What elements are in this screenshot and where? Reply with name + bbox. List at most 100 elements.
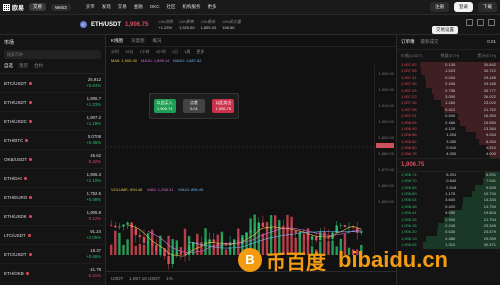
- candle-body: [343, 225, 347, 227]
- price-tick: 1,930.00: [378, 71, 394, 76]
- logo-text: 欧易: [12, 5, 25, 12]
- order-currency[interactable]: USDT: [111, 276, 123, 281]
- coin-row[interactable]: ETH/DAI 1,906.3 +1.10%: [0, 169, 105, 188]
- coin-values: 18.37 +0.66%: [86, 248, 101, 260]
- interval-15m[interactable]: 15分: [125, 49, 133, 55]
- top-right-actions: 注册 登录 下载: [430, 2, 497, 12]
- chip-exchange[interactable]: 交易: [29, 3, 47, 11]
- settings-tooltip: 交易设置: [432, 26, 458, 34]
- volume-bar: [233, 239, 236, 255]
- volume-bar: [138, 243, 142, 255]
- coin-row[interactable]: ETC/USDT 18.37 +0.66%: [0, 245, 105, 264]
- pair-last-price: 1,906.75: [125, 21, 149, 28]
- coin-row[interactable]: BTC/USDT 26,912 +0.84%: [0, 74, 105, 93]
- spread-display: 点差 0.01: [182, 99, 205, 113]
- coin-row[interactable]: ETH/OKB 41.79 -0.21%: [0, 264, 105, 283]
- interval-line[interactable]: 分时: [111, 49, 119, 55]
- coin-row[interactable]: ETH/BTC 0.0708 +0.35%: [0, 131, 105, 150]
- menu-item-more[interactable]: 更多: [207, 4, 216, 10]
- row-price: 1,906.78: [401, 151, 417, 157]
- coin-row[interactable]: LTC/USDT 91.24 +2.05%: [0, 226, 105, 245]
- coin-values: 1,907.2 +1.19%: [86, 115, 101, 127]
- interval-4h[interactable]: 4小时: [156, 49, 166, 55]
- row-amount: 4.000: [446, 151, 457, 157]
- coin-name: ETH/USDC: [4, 119, 33, 124]
- candle-body: [130, 222, 133, 229]
- settings-icon[interactable]: [477, 19, 484, 26]
- interval-more[interactable]: 更多: [196, 49, 204, 55]
- tab-depth[interactable]: 深度图: [131, 38, 145, 43]
- menu-item-institution[interactable]: 机构服务: [182, 4, 200, 10]
- coin-change: +0.66%: [86, 254, 101, 259]
- pair-bar: E ETH/USDT 1,906.75 24h涨跌 +1.23% 24h最高 1,9…: [0, 15, 500, 35]
- coin-row[interactable]: ETH/EURO 1,752.6 +0.98%: [0, 188, 105, 207]
- pair-stats: 24h涨跌 +1.23% 24h最高 1,920.50 24h最低 1,855.20 …: [158, 19, 241, 30]
- volume-bar: [175, 240, 178, 255]
- tab-kline[interactable]: K线图: [111, 38, 123, 43]
- coin-change: +2.05%: [86, 235, 101, 240]
- pair-name[interactable]: ETH/USDT: [91, 22, 121, 28]
- candle-body: [224, 242, 228, 246]
- register-button[interactable]: 注册: [430, 2, 449, 12]
- tab-favorites[interactable]: 自选: [4, 63, 13, 69]
- tab-orderbook[interactable]: 订单簿: [401, 39, 415, 45]
- volume-bar: [224, 249, 228, 255]
- candle-body: [138, 235, 142, 238]
- order-percent[interactable]: 1%: [166, 276, 173, 281]
- hot-dot-icon: [27, 233, 31, 237]
- volume-bar: [130, 228, 133, 255]
- candle-body: [134, 228, 137, 236]
- download-button[interactable]: 下载: [478, 2, 497, 12]
- chart-tabs: K线图 深度图 概况: [106, 35, 396, 47]
- tab-overview[interactable]: 概况: [153, 38, 162, 43]
- candle-body: [339, 225, 342, 226]
- volume-bar: [204, 228, 207, 255]
- candle-body: [114, 225, 117, 228]
- login-button[interactable]: 登录: [454, 2, 473, 12]
- interval-1h[interactable]: 1小时: [139, 49, 149, 55]
- tab-latest-trades[interactable]: 最新成交: [421, 39, 439, 45]
- tab-spot[interactable]: 现货: [19, 63, 28, 69]
- interval-1w[interactable]: 1周: [184, 49, 190, 55]
- coin-row[interactable]: ETH/USDC 1,907.2 +1.19%: [0, 112, 105, 131]
- volume-ma5: MA5: 1,258.31: [147, 187, 174, 192]
- menu-item-okc[interactable]: OKC: [150, 4, 160, 10]
- layout-icon[interactable]: [466, 19, 473, 26]
- menu-item-discover[interactable]: 发现: [102, 4, 111, 10]
- watermark: B 币百度 bibaidu.cn: [238, 235, 500, 285]
- price-tick: 1,890.00: [378, 135, 394, 140]
- coin-row[interactable]: ETH/USDK 1,905.8 -0.12%: [0, 207, 105, 226]
- coin-change: +0.84%: [86, 83, 101, 88]
- menu-item-finance[interactable]: 金融: [134, 4, 143, 10]
- coin-row[interactable]: ETH/USDT 1,906.7 +1.23%: [0, 93, 105, 112]
- coin-name: ETH/EURO: [4, 195, 33, 200]
- coin-name: ETH/USDT: [4, 100, 32, 105]
- coin-change: +0.35%: [86, 140, 101, 145]
- volume-ma10: MA10: 896.45: [178, 187, 204, 192]
- coin-values: 0.0708 +0.35%: [86, 134, 101, 146]
- quick-sell-button[interactable]: 以此卖出 1,906.75: [212, 99, 235, 113]
- volume-bar: [110, 244, 113, 255]
- row-total: 4.000: [485, 151, 496, 157]
- tab-futures[interactable]: 合约: [34, 63, 43, 69]
- precision-select[interactable]: 0.01: [487, 39, 496, 45]
- order-price[interactable]: 1,867.16 USDT: [129, 276, 160, 281]
- chip-web3[interactable]: Web3: [51, 3, 71, 11]
- stat-low: 24h最低 1,855.20: [200, 19, 217, 30]
- quick-buy-button[interactable]: 以此买入 1,906.74: [153, 99, 176, 113]
- fullscreen-icon[interactable]: [488, 19, 495, 26]
- market-tabs: 自选 现货 合约: [0, 59, 105, 74]
- hot-dot-icon: [28, 252, 32, 256]
- ask-row[interactable]: 1,906.78 4.000 4.000: [397, 151, 500, 158]
- market-search-input[interactable]: 搜索币种: [4, 50, 101, 59]
- coin-values: 91.24 +2.05%: [86, 229, 101, 241]
- ma30-value: MA30: 1,887.62: [173, 58, 202, 63]
- logo[interactable]: 欧易: [3, 3, 24, 12]
- menu-item-community[interactable]: 社区: [166, 4, 175, 10]
- interval-1d[interactable]: 1日: [172, 49, 178, 55]
- coin-row[interactable]: OKB/USDT 45.62 -0.42%: [0, 150, 105, 169]
- menu-item-buy[interactable]: 买币: [86, 4, 95, 10]
- coin-name: ETC/USDT: [4, 252, 32, 257]
- coin-values: 1,906.7 +1.23%: [86, 96, 101, 108]
- menu-item-trade[interactable]: 交易: [118, 4, 127, 10]
